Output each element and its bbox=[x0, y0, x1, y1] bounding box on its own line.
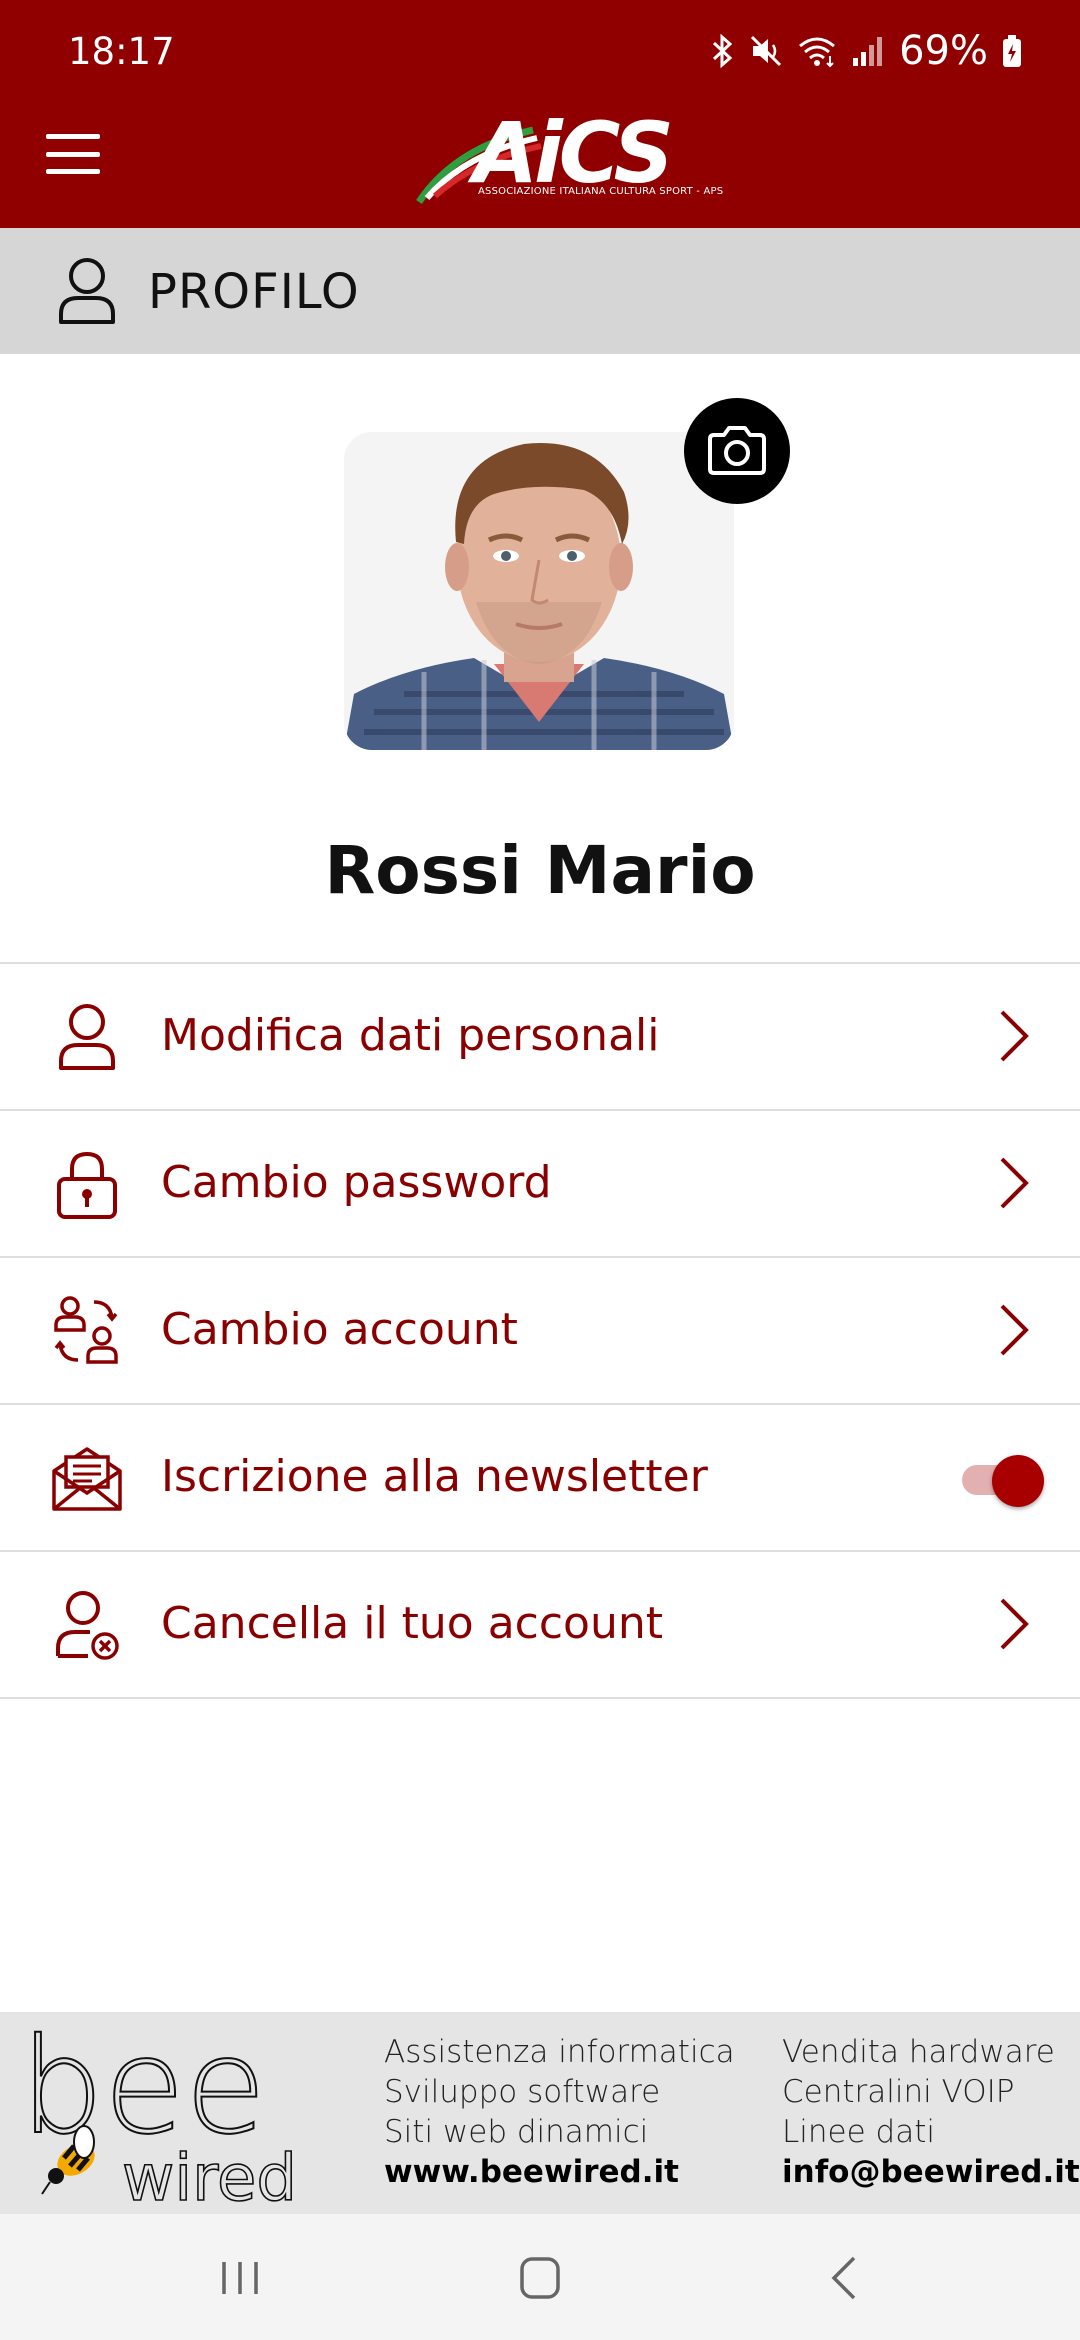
menu-item-change-password[interactable]: Cambio password bbox=[0, 1111, 1080, 1258]
menu-item-edit-personal-data[interactable]: Modifica dati personali bbox=[0, 964, 1080, 1111]
page-title: PROFILO bbox=[148, 264, 360, 320]
footer-website-link[interactable]: www.beewired.it bbox=[384, 2152, 735, 2192]
delete-account-icon bbox=[56, 1591, 119, 1660]
signal-icon bbox=[853, 37, 883, 66]
footer-service-line: Sviluppo software bbox=[384, 2074, 661, 2110]
toggle-knob bbox=[992, 1455, 1044, 1507]
menu-item-label: Cambio password bbox=[161, 1157, 552, 1208]
chevron-right-icon bbox=[1000, 1010, 1029, 1062]
menu-item-label: Iscrizione alla newsletter bbox=[161, 1451, 708, 1502]
switch-account-icon bbox=[54, 1296, 118, 1364]
profile-name: Rossi Mario bbox=[324, 832, 756, 909]
status-time: 18:17 bbox=[68, 30, 175, 73]
newsletter-envelope-icon bbox=[52, 1447, 122, 1511]
home-button[interactable] bbox=[510, 2250, 570, 2306]
user-icon bbox=[59, 1004, 115, 1070]
footer-product-line: Vendita hardware bbox=[782, 2034, 1055, 2070]
menu-item-switch-account[interactable]: Cambio account bbox=[0, 1258, 1080, 1405]
wifi-icon bbox=[799, 37, 836, 68]
mute-icon bbox=[751, 35, 782, 67]
back-button[interactable] bbox=[816, 2250, 876, 2306]
footer-products: Vendita hardware Centralini VOIP Linee d… bbox=[782, 2032, 1080, 2192]
hamburger-line bbox=[46, 151, 100, 157]
status-icons: 69% bbox=[709, 28, 1022, 74]
menu-item-delete-account[interactable]: Cancella il tuo account bbox=[0, 1552, 1080, 1699]
footer-product-line: Centralini VOIP bbox=[782, 2074, 1015, 2110]
menu-item-label: Cambio account bbox=[161, 1304, 518, 1355]
logo-subtitle: ASSOCIAZIONE ITALIANA CULTURA SPORT - AP… bbox=[478, 186, 724, 197]
camera-icon bbox=[708, 426, 766, 475]
hamburger-menu-button[interactable] bbox=[40, 124, 106, 184]
profile-photo[interactable] bbox=[344, 432, 734, 750]
footer-services: Assistenza informatica Sviluppo software… bbox=[384, 2032, 735, 2192]
footer-email-link[interactable]: info@beewired.it bbox=[782, 2152, 1080, 2192]
chevron-right-icon bbox=[1000, 1598, 1029, 1650]
menu-item-newsletter[interactable]: Iscrizione alla newsletter bbox=[0, 1405, 1080, 1552]
hamburger-line bbox=[46, 134, 100, 139]
system-navigation-bar bbox=[0, 2214, 1080, 2340]
profile-photo-image bbox=[344, 432, 734, 750]
battery-percentage: 69% bbox=[899, 28, 988, 74]
battery-icon bbox=[1003, 35, 1021, 67]
footer-service-line: Assistenza informatica bbox=[384, 2034, 735, 2070]
user-icon bbox=[59, 258, 115, 324]
footer-service-line: Siti web dinamici bbox=[384, 2114, 649, 2150]
chevron-right-icon bbox=[1000, 1157, 1029, 1209]
hamburger-line bbox=[46, 169, 100, 174]
footer-product-line: Linee dati bbox=[782, 2114, 935, 2150]
app-header: 18:17 69% AiCS ASSOCIAZIONE ITALIANA CUL… bbox=[0, 0, 1080, 228]
lock-icon bbox=[57, 1151, 117, 1219]
beewired-logo: bee wired bbox=[22, 2018, 298, 2208]
chevron-right-icon bbox=[1000, 1304, 1029, 1356]
bluetooth-icon bbox=[713, 34, 733, 68]
svg-text:wired: wired bbox=[122, 2142, 297, 2208]
change-photo-button[interactable] bbox=[684, 398, 790, 504]
recent-apps-button[interactable] bbox=[210, 2250, 270, 2306]
footer-banner: bee wired Assistenza informatica Svilupp… bbox=[0, 2012, 1080, 2214]
menu-item-label: Modifica dati personali bbox=[161, 1010, 660, 1061]
section-header: PROFILO bbox=[0, 228, 1080, 354]
profile-menu: Modifica dati personali Cambio password … bbox=[0, 962, 1080, 1699]
menu-item-label: Cancella il tuo account bbox=[161, 1598, 664, 1649]
newsletter-toggle[interactable] bbox=[960, 1455, 1046, 1507]
